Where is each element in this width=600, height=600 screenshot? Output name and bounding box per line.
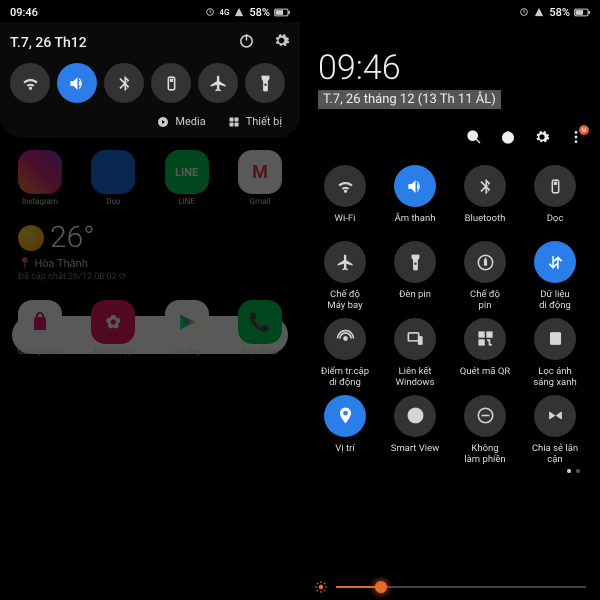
tile-hotspot[interactable]: Điểm tr.cập di động [310, 318, 380, 389]
tile-linkwindows[interactable]: Liên kết Windows [380, 318, 450, 389]
dock: Galaxy Store ✿Bộ sưu tập CH Play 📞Điện t… [12, 300, 288, 356]
home-screen-dimmed: Instagram Duo LINELINE MGmail 26° 📍 Hòa … [0, 138, 300, 366]
devices-button[interactable]: Thiết bị [228, 115, 282, 128]
quick-toggles-row [10, 63, 290, 103]
quick-panel-compact: T.7, 26 Th12 Media Thiết bị [0, 22, 300, 138]
power-icon[interactable] [238, 32, 255, 53]
toggle-airplane[interactable] [198, 63, 238, 103]
tile-smartview[interactable]: Smart View [380, 395, 450, 466]
tile-qrscan[interactable]: Quét mã QR [450, 318, 520, 389]
gear-icon[interactable] [273, 32, 290, 53]
media-button[interactable]: Media [157, 115, 205, 128]
tile-nearbyshare[interactable]: Chia sẻ lân cận [520, 395, 590, 466]
tile-location[interactable]: Vị trí [310, 395, 380, 466]
panel-clock-area: 09:46 T.7, 26 tháng 12 (13 Th 11 ÂL) [300, 48, 600, 109]
page-indicator [300, 465, 600, 473]
panel-date: T.7, 26 Th12 [10, 35, 87, 51]
tile-bluetooth[interactable]: Bluetooth [450, 165, 520, 235]
media-devices-row: Media Thiết bị [10, 111, 290, 130]
gear-icon[interactable] [534, 129, 550, 149]
toggle-sound[interactable] [57, 63, 97, 103]
power-icon[interactable] [500, 129, 516, 149]
toggle-wifi[interactable] [10, 63, 50, 103]
toggle-rotation[interactable] [151, 63, 191, 103]
status-bar-right: 58% [300, 0, 600, 22]
tile-rotation[interactable]: Dọc [520, 165, 590, 235]
tile-mobiledata[interactable]: Dữ liệu di động [520, 241, 590, 312]
more-icon[interactable]: M [568, 129, 584, 149]
status-icons-right: 58% [519, 6, 590, 19]
search-icon[interactable] [466, 129, 482, 149]
panel-clock: 09:46 [318, 48, 582, 88]
toggle-flashlight[interactable] [245, 63, 285, 103]
panel-date-full[interactable]: T.7, 26 tháng 12 (13 Th 11 ÂL) [318, 90, 501, 109]
tile-airplane[interactable]: Chế độ Máy bay [310, 241, 380, 312]
tile-flashlight[interactable]: Đèn pin [380, 241, 450, 312]
panel-header-icons: M [300, 109, 600, 159]
status-bar-left: 09:46 4G 58% [0, 0, 300, 22]
tile-dnd[interactable]: Không làm phiền [450, 395, 520, 466]
tile-sound[interactable]: Âm thanh [380, 165, 450, 235]
toggle-bluetooth[interactable] [104, 63, 144, 103]
phone-right: 58% 09:46 T.7, 26 tháng 12 (13 Th 11 ÂL)… [300, 0, 600, 600]
quick-settings-grid: Wi-Fi Âm thanh Bluetooth Dọc Chế độ Máy … [300, 159, 600, 465]
tile-powersave[interactable]: Chế độ pin [450, 241, 520, 312]
brightness-slider[interactable] [314, 580, 586, 594]
tile-bluelight[interactable]: Lọc ánh sáng xanh [520, 318, 590, 389]
tile-wifi[interactable]: Wi-Fi [310, 165, 380, 235]
phone-left: 09:46 4G 58% T.7, 26 Th12 Media T [0, 0, 300, 600]
notification-badge: M [579, 125, 589, 135]
status-icons-left: 4G 58% [205, 6, 290, 19]
status-time: 09:46 [10, 6, 38, 19]
weather-widget[interactable]: 26° 📍 Hòa Thành Đã cập nhật 26/12 08:02 … [18, 220, 288, 282]
sun-icon [314, 580, 328, 594]
